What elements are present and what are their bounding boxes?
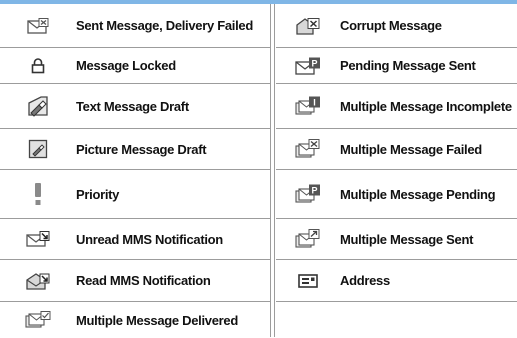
legend-label: Multiple Message Incomplete: [340, 98, 512, 114]
picture-draft-icon: [0, 139, 76, 159]
legend-row: Multiple Message Sent: [276, 219, 517, 259]
legend-row: Picture Message Draft: [0, 129, 270, 169]
legend-label: Priority: [76, 186, 120, 202]
text-draft-icon: [0, 95, 76, 117]
legend-label: Picture Message Draft: [76, 141, 207, 157]
legend-label: Corrupt Message: [340, 18, 442, 33]
svg-text:P: P: [311, 186, 317, 196]
read-mms-icon: [0, 272, 76, 290]
svg-text:P: P: [311, 58, 317, 68]
legend-row: Read MMS Notification: [0, 260, 270, 301]
address-icon: [276, 273, 340, 288]
multiple-delivered-icon: [0, 311, 76, 329]
legend-label: Multiple Message Sent: [340, 231, 474, 247]
priority-icon: [0, 182, 76, 206]
pending-sent-icon: P: [276, 57, 340, 75]
legend-row: P Pending Message Sent: [276, 48, 517, 83]
legend-label: Unread MMS Notification: [76, 231, 223, 247]
legend-row: Text Message Draft: [0, 84, 270, 128]
legend-label: Sent Message, Delivery Failed: [76, 18, 253, 33]
column-divider: [270, 4, 271, 337]
legend-row: Priority: [0, 170, 270, 218]
legend-label: Text Message Draft: [76, 98, 189, 114]
multiple-pending-icon: P: [276, 184, 340, 204]
sent-failed-envelope-icon: [0, 17, 76, 34]
legend-label: Multiple Message Pending: [340, 186, 496, 202]
legend-label: Multiple Message Failed: [340, 141, 482, 157]
legend-label: Message Locked: [76, 58, 176, 73]
legend-row: Corrupt Message: [276, 4, 517, 47]
legend-row: P Multiple Message Pending: [276, 170, 517, 218]
row-divider: [276, 301, 517, 302]
legend-row: Multiple Message Failed: [276, 129, 517, 169]
legend-row: Sent Message, Delivery Failed: [0, 4, 270, 47]
legend-label: Multiple Message Delivered: [76, 312, 238, 328]
legend-row: Unread MMS Notification: [0, 219, 270, 259]
legend-row: I Multiple Message Incomplete: [276, 84, 517, 128]
legend-label: Read MMS Notification: [76, 273, 211, 288]
legend-row: Message Locked: [0, 48, 270, 83]
legend-label: Address: [340, 273, 390, 288]
multiple-sent-icon: [276, 229, 340, 249]
svg-text:I: I: [313, 98, 316, 108]
unread-mms-icon: [0, 231, 76, 247]
column-divider: [274, 4, 275, 337]
legend-row: Address: [276, 260, 517, 301]
legend-label: Pending Message Sent: [340, 58, 476, 73]
corrupt-message-icon: [276, 17, 340, 35]
lock-icon: [0, 57, 76, 74]
multiple-failed-icon: [276, 139, 340, 159]
multiple-incomplete-icon: I: [276, 96, 340, 116]
legend-row: Multiple Message Delivered: [0, 302, 270, 338]
